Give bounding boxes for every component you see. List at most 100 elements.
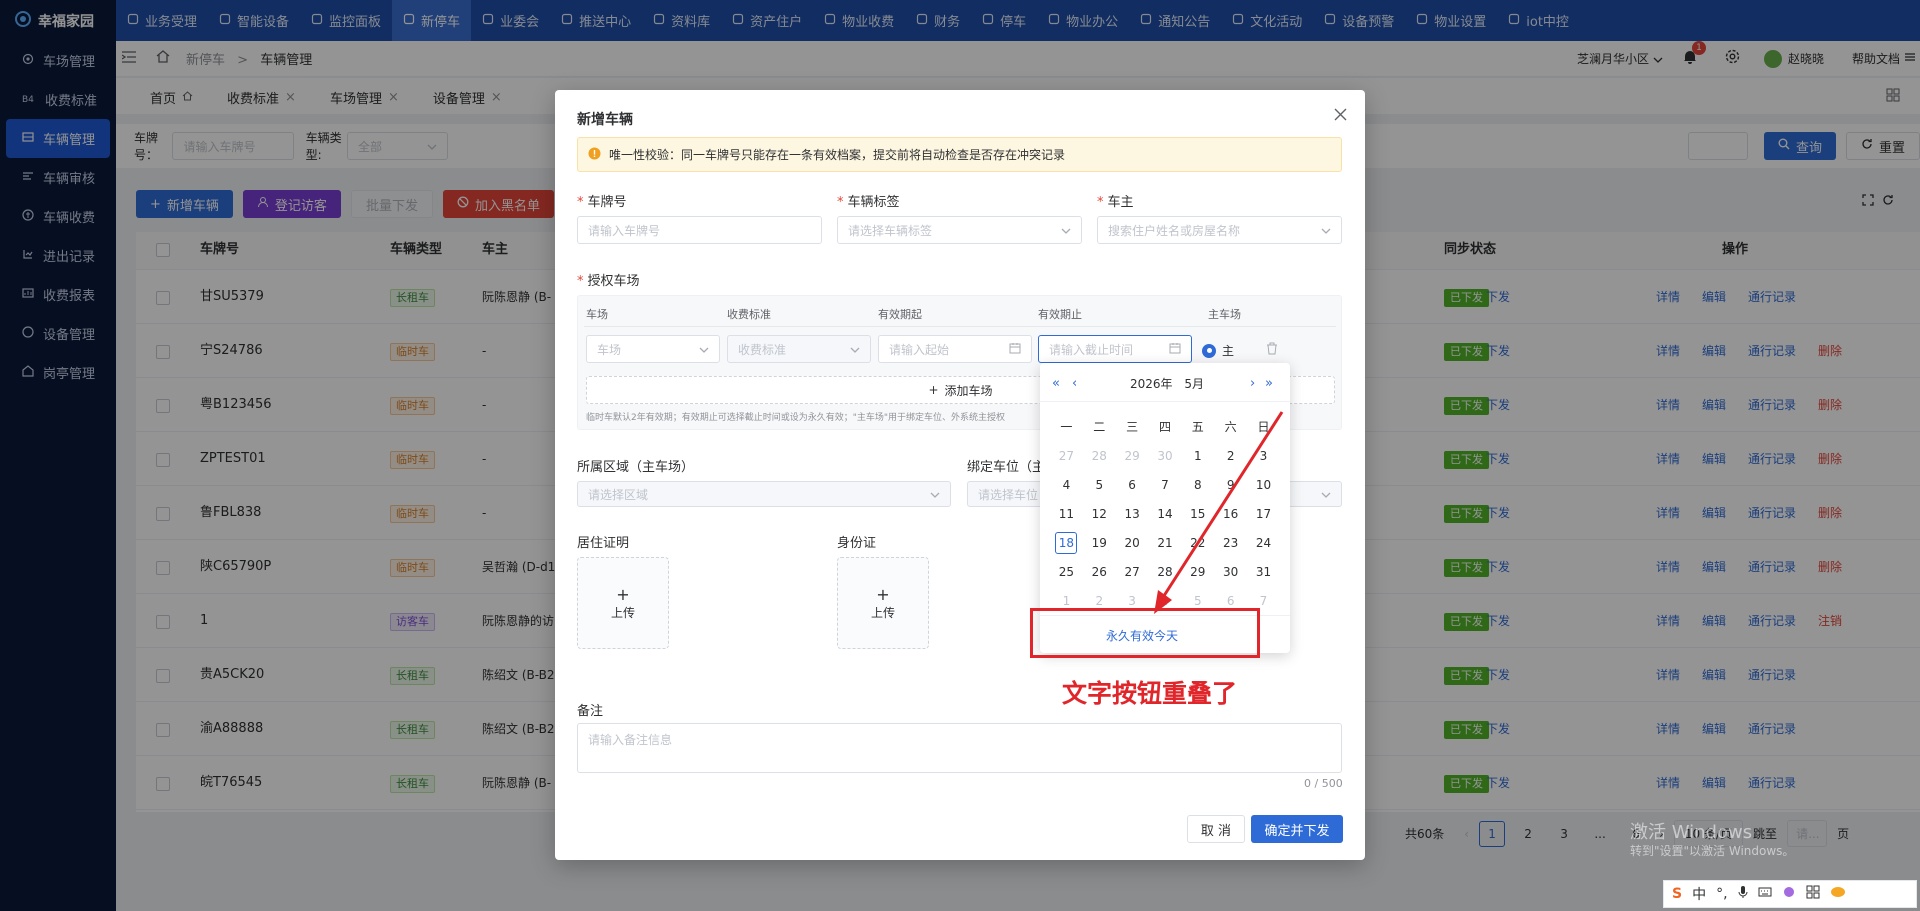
owner-label-text: 车主 — [1107, 195, 1134, 210]
warning-icon — [588, 147, 601, 163]
idcard-upload[interactable]: + 上传 — [837, 557, 929, 649]
next-month-icon[interactable]: › — [1250, 376, 1255, 391]
calendar-day[interactable]: 5 — [1083, 471, 1116, 500]
confirm-dispatch-button[interactable]: 确定并下发 — [1251, 815, 1343, 843]
keyboard-icon[interactable] — [1758, 886, 1772, 902]
trash-icon[interactable] — [1266, 342, 1278, 359]
auth-col-main: 主车场 — [1208, 308, 1241, 321]
chevron-down-icon — [930, 487, 940, 501]
tag-label-text: 车辆标签 — [847, 195, 900, 210]
chevron-down-icon — [1061, 223, 1071, 237]
today-marker: 18 — [1055, 532, 1078, 554]
end-date-placeholder: 请输入截止时间 — [1049, 342, 1134, 357]
sogou-logo-icon[interactable]: S — [1672, 886, 1682, 902]
plus-icon: + — [876, 585, 890, 604]
dialog-title: 新增车辆 — [577, 112, 633, 128]
calendar-day[interactable]: 29 — [1116, 442, 1149, 471]
auth-lot-label: * 授权车场 — [577, 274, 640, 289]
calendar-day[interactable]: 19 — [1083, 529, 1116, 558]
calendar-day[interactable]: 27 — [1116, 558, 1149, 587]
toolbox-icon[interactable] — [1806, 885, 1820, 903]
owner-label: * 车主 — [1097, 195, 1134, 210]
calendar-day[interactable]: 27 — [1050, 442, 1083, 471]
residence-upload-label: 上传 — [610, 606, 635, 620]
ime-punctuation-mode[interactable]: °, — [1716, 886, 1727, 902]
fee-select-placeholder: 收费标准 — [738, 342, 787, 357]
calendar-day-today[interactable]: 18 — [1050, 529, 1083, 558]
main-lot-radio[interactable]: 主 — [1202, 342, 1234, 359]
datepicker-year[interactable]: 2026年 — [1130, 377, 1173, 391]
calendar-day[interactable]: 25 — [1050, 558, 1083, 587]
lot-select[interactable]: 车场 — [586, 335, 720, 363]
calendar-icon — [1009, 342, 1021, 357]
ime-chinese-mode[interactable]: 中 — [1692, 884, 1706, 904]
lot-select-placeholder: 车场 — [597, 342, 622, 357]
next-year-icon[interactable]: » — [1265, 376, 1273, 391]
cancel-button[interactable]: 取 消 — [1187, 815, 1245, 843]
plate-label: * 车牌号 — [577, 195, 627, 210]
tag-select-placeholder: 请选择车辆标签 — [848, 223, 933, 238]
chevron-down-icon — [1321, 487, 1331, 501]
calendar-day[interactable]: 11 — [1050, 500, 1083, 529]
ime-toolbar: S 中 °, — [1663, 880, 1917, 908]
auth-col-lot: 车场 — [586, 308, 608, 321]
confirm-dispatch-label: 确定并下发 — [1264, 823, 1330, 839]
idcard-label: 身份证 — [837, 536, 877, 551]
area-select[interactable]: 请选择区域 — [577, 481, 951, 507]
parking-space-label: 绑定车位（主 — [967, 460, 1046, 475]
remark-placeholder: 请输入备注信息 — [588, 733, 673, 747]
close-icon[interactable] — [1334, 108, 1347, 125]
annotation-arrow — [1154, 411, 1284, 614]
auth-hint: 临时车默认2年有效期；有效期止可选择截止时间或设为永久有效；"主车场"用于绑定车… — [586, 413, 1006, 423]
calendar-day[interactable]: 12 — [1083, 500, 1116, 529]
calendar-day[interactable]: 6 — [1116, 471, 1149, 500]
residence-proof-label: 居住证明 — [577, 536, 630, 551]
plate-label-text: 车牌号 — [587, 195, 627, 210]
idcard-upload-label: 上传 — [870, 606, 895, 620]
plus-icon: + — [616, 585, 630, 604]
weekday-label: 三 — [1126, 420, 1139, 434]
auth-col-fee: 收费标准 — [727, 308, 771, 321]
owner-select[interactable]: 搜索住户姓名或房屋名称 — [1097, 216, 1342, 244]
start-date-input[interactable]: 请输入起始 — [878, 335, 1032, 363]
calendar-day[interactable]: 4 — [1050, 471, 1083, 500]
mascot-icon[interactable] — [1830, 885, 1846, 903]
tag-label: * 车辆标签 — [837, 195, 900, 210]
skin-icon[interactable] — [1782, 885, 1796, 903]
chevron-down-icon — [699, 342, 709, 356]
calendar-day[interactable]: 28 — [1083, 442, 1116, 471]
remark-textarea[interactable]: 请输入备注信息 — [577, 723, 1342, 773]
auth-col-end: 有效期止 — [1038, 308, 1082, 321]
notice-text: 唯一性校验：同一车牌号只能存在一条有效档案，提交前将自动检查是否存在冲突记录 — [609, 148, 1066, 162]
cancel-label: 取 消 — [1200, 823, 1232, 839]
remark-counter: 0 / 500 — [1304, 777, 1343, 790]
auth-col-start: 有效期起 — [878, 308, 922, 321]
end-date-input[interactable]: 请输入截止时间 — [1038, 335, 1192, 363]
tag-select[interactable]: 请选择车辆标签 — [837, 216, 1082, 244]
chevron-down-icon — [1321, 223, 1331, 237]
annotation-text: 文字按钮重叠了 — [1062, 679, 1238, 708]
prev-year-icon[interactable]: « — [1052, 376, 1060, 391]
add-lot-label: 添加车场 — [944, 383, 993, 398]
plate-input-placeholder: 请输入车牌号 — [588, 223, 661, 238]
uniqueness-notice: 唯一性校验：同一车牌号只能存在一条有效档案，提交前将自动检查是否存在冲突记录 — [577, 137, 1342, 172]
activate-windows-title: 激活 Windows — [1630, 822, 1753, 843]
calendar-day[interactable]: 20 — [1116, 529, 1149, 558]
main-lot-label: 主 — [1222, 344, 1235, 358]
plate-input[interactable]: 请输入车牌号 — [577, 216, 822, 244]
calendar-day[interactable]: 26 — [1083, 558, 1116, 587]
area-select-placeholder: 请选择区域 — [588, 487, 649, 502]
parking-space-placeholder: 请选择车位 — [978, 487, 1039, 502]
start-date-placeholder: 请输入起始 — [889, 342, 950, 357]
residence-upload[interactable]: + 上传 — [577, 557, 669, 649]
fee-select[interactable]: 收费标准 — [727, 335, 871, 363]
datepicker-month[interactable]: 5月 — [1184, 377, 1204, 391]
weekday-label: 一 — [1060, 420, 1073, 434]
prev-month-icon[interactable]: ‹ — [1072, 376, 1077, 391]
calendar-icon — [1169, 342, 1181, 357]
microphone-icon[interactable] — [1738, 885, 1748, 903]
activate-windows-hint: 转到"设置"以激活 Windows。 — [1630, 844, 1795, 858]
calendar-day[interactable]: 13 — [1116, 500, 1149, 529]
weekday-label: 二 — [1093, 420, 1106, 434]
plus-icon: + — [928, 383, 939, 397]
